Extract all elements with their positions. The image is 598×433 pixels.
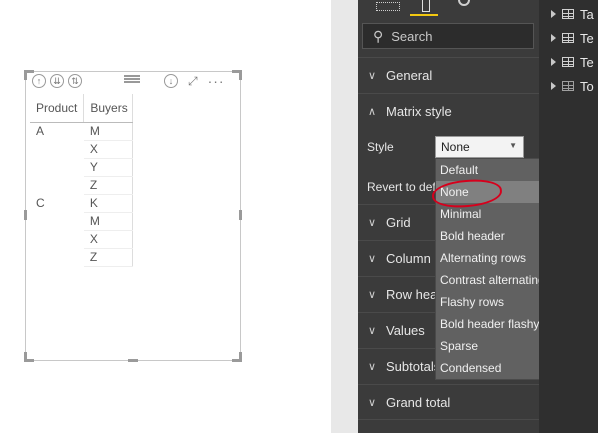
section-divider [358, 419, 539, 420]
expand-all-icon[interactable]: ⇅ [68, 74, 82, 88]
style-select-value: None [441, 140, 470, 154]
product-cell [30, 213, 84, 231]
product-cell: A [36, 124, 45, 139]
product-cell [30, 231, 84, 249]
section-matrix-style[interactable]: ∧ Matrix style [358, 93, 539, 128]
field-table-name: Te [580, 54, 594, 70]
table-icon [562, 81, 574, 91]
resize-handle-left[interactable] [24, 210, 27, 220]
analytics-tab-icon[interactable] [458, 0, 470, 6]
report-canvas: ↑ ⇊ ⇅ ↓ ⤢ ··· Product Buyers AMXYZCKMXZ [0, 0, 332, 433]
pane-tabs [358, 0, 539, 16]
field-table-item[interactable]: Ta [551, 4, 594, 24]
table-icon [562, 57, 574, 67]
product-cell [30, 177, 84, 195]
column-header-buyers[interactable]: Buyers [83, 94, 133, 123]
field-table-item[interactable]: Te [551, 28, 594, 48]
buyer-cell: X [83, 230, 133, 249]
resize-handle-br-v[interactable] [239, 352, 242, 362]
fields-tab-icon[interactable] [376, 2, 400, 11]
buyer-cell: K [83, 194, 133, 213]
expand-triangle-icon[interactable] [551, 34, 556, 42]
section-grand-total[interactable]: ∨ Grand total [358, 384, 539, 419]
expand-triangle-icon[interactable] [551, 10, 556, 18]
resize-handle-tl-v[interactable] [24, 70, 27, 80]
buyer-cell: Z [83, 248, 133, 267]
chevron-down-icon: ∨ [368, 324, 377, 337]
focus-mode-icon[interactable]: ⤢ [188, 74, 198, 89]
field-table-item[interactable]: To [551, 76, 594, 96]
revert-label: Revert to def [367, 180, 436, 194]
chevron-down-icon: ∨ [368, 396, 377, 409]
table-row[interactable]: M [30, 212, 133, 231]
field-table-name: Ta [580, 6, 594, 22]
drill-controls: ↑ ⇊ ⇅ [32, 72, 82, 90]
field-table-name: Te [580, 30, 594, 46]
resize-handle-bottom[interactable] [128, 359, 138, 362]
resize-handle-bl-v[interactable] [24, 352, 27, 362]
buyer-cell: M [83, 212, 133, 231]
section-label: Column h [386, 250, 442, 266]
matrix-visual[interactable]: ↑ ⇊ ⇅ ↓ ⤢ ··· Product Buyers AMXYZCKMXZ [24, 70, 242, 362]
section-label: Subtotals [386, 358, 441, 374]
style-label: Style [367, 140, 394, 154]
chevron-down-icon: ∨ [368, 360, 377, 373]
section-label: Grand total [386, 394, 451, 410]
chevron-down-icon: ∨ [368, 288, 377, 301]
table-row[interactable]: Z [30, 176, 133, 195]
section-label: Grid [386, 214, 411, 230]
drill-down-all-icon[interactable]: ⇊ [50, 74, 64, 88]
product-cell [30, 159, 84, 177]
pane-divider [331, 0, 358, 433]
chevron-up-icon: ∧ [368, 105, 377, 118]
search-box[interactable]: ⚲ Search [362, 23, 534, 49]
search-icon: ⚲ [373, 27, 384, 44]
section-general[interactable]: ∨ General [358, 57, 539, 92]
active-tab-indicator [410, 14, 438, 16]
matrix-body: AMXYZCKMXZ [30, 122, 133, 267]
table-row[interactable]: Y [30, 158, 133, 177]
buyer-cell: Y [83, 158, 133, 177]
section-label: General [386, 67, 433, 83]
matrix-table: Product Buyers AMXYZCKMXZ [30, 94, 133, 267]
drag-grip-icon[interactable] [124, 75, 140, 83]
buyer-cell: Z [83, 176, 133, 195]
column-header-product[interactable]: Product [30, 94, 85, 123]
product-cell [30, 249, 84, 267]
drill-up-icon[interactable]: ↑ [32, 74, 46, 88]
search-placeholder: Search [391, 28, 433, 44]
table-icon [562, 9, 574, 19]
table-row[interactable]: Z [30, 248, 133, 267]
expand-triangle-icon[interactable] [551, 58, 556, 66]
chevron-down-icon: ∨ [368, 69, 377, 82]
product-cell: C [36, 196, 45, 210]
format-tab-icon[interactable] [422, 0, 430, 12]
chevron-down-icon: ∨ [368, 216, 377, 229]
table-icon [562, 33, 574, 43]
expand-triangle-icon[interactable] [551, 82, 556, 90]
resize-handle-tr-v[interactable] [239, 70, 242, 80]
product-cell [30, 141, 84, 159]
chevron-down-icon: ▼ [509, 141, 517, 150]
field-table-name: To [580, 78, 594, 94]
chevron-down-icon: ∨ [368, 252, 377, 265]
drill-mode-icon[interactable]: ↓ [164, 74, 178, 88]
fields-pane: Ta Te Te To [539, 0, 598, 433]
table-row[interactable]: CK [30, 194, 133, 213]
field-table-item[interactable]: Te [551, 52, 594, 72]
matrix-header-row: Product Buyers [30, 94, 133, 123]
style-select[interactable]: None ▼ [435, 136, 524, 158]
more-options-icon[interactable]: ··· [208, 73, 225, 89]
visual-header-actions: ↓ ⤢ ··· [164, 72, 225, 90]
resize-handle-right[interactable] [239, 210, 242, 220]
section-label: Values [386, 322, 425, 338]
table-row[interactable]: X [30, 140, 133, 159]
section-label: Matrix style [386, 103, 452, 119]
table-row[interactable]: X [30, 230, 133, 249]
table-row[interactable]: AM [30, 122, 133, 141]
buyer-cell: X [83, 140, 133, 159]
buyer-cell: M [83, 122, 133, 141]
